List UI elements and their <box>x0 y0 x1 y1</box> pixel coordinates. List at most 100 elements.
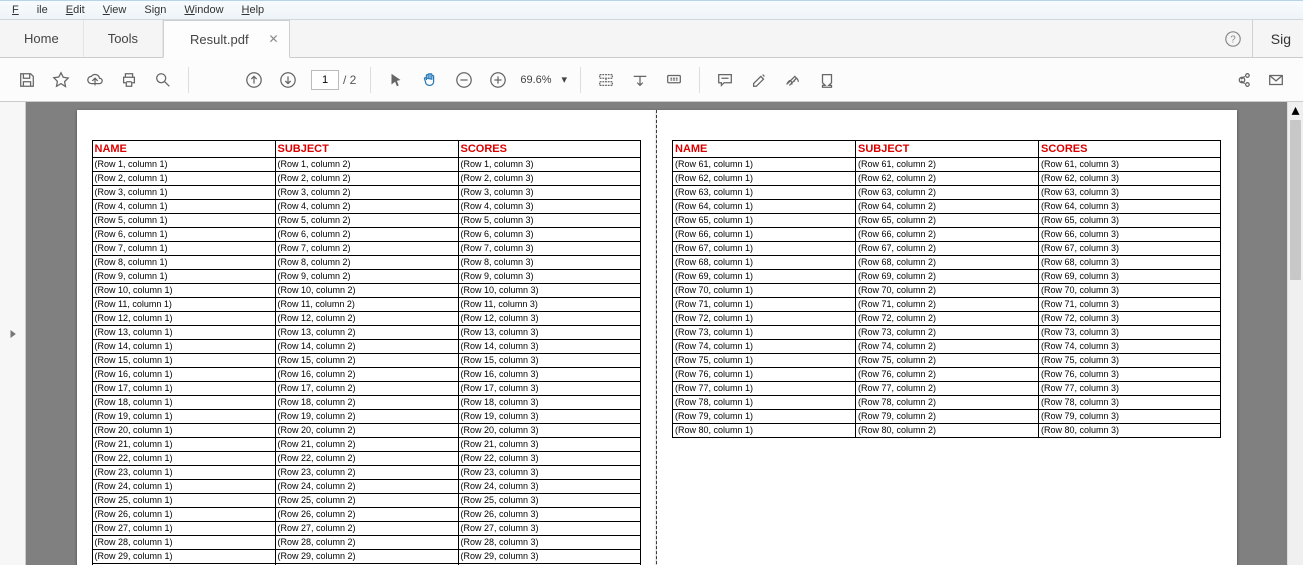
pdf-page-1: NAME SUBJECT SCORES (Row 1, column 1)(Ro… <box>77 110 657 565</box>
vertical-scrollbar[interactable]: ▴ <box>1287 102 1303 565</box>
table-cell: (Row 72, column 1) <box>673 312 856 326</box>
search-icon[interactable] <box>146 65 180 95</box>
table-cell: (Row 16, column 1) <box>92 368 275 382</box>
table-cell: (Row 23, column 2) <box>275 466 458 480</box>
table-cell: (Row 80, column 3) <box>1039 424 1221 438</box>
stamp-icon[interactable] <box>810 65 844 95</box>
table-cell: (Row 5, column 3) <box>458 214 640 228</box>
table-cell: (Row 26, column 1) <box>92 508 275 522</box>
zoom-value: 69.6% <box>520 74 551 86</box>
table-cell: (Row 27, column 3) <box>458 522 640 536</box>
tab-tools[interactable]: Tools <box>84 20 163 57</box>
table-cell: (Row 29, column 2) <box>275 550 458 564</box>
table-cell: (Row 62, column 1) <box>673 172 856 186</box>
tab-home[interactable]: Home <box>0 20 84 57</box>
table-row: (Row 8, column 1)(Row 8, column 2)(Row 8… <box>92 256 640 270</box>
table-cell: (Row 68, column 1) <box>673 256 856 270</box>
table-cell: (Row 12, column 1) <box>92 312 275 326</box>
table-cell: (Row 5, column 2) <box>275 214 458 228</box>
menu-view[interactable]: View <box>103 4 127 16</box>
page-up-icon[interactable] <box>237 65 271 95</box>
table-cell: (Row 76, column 3) <box>1039 368 1221 382</box>
table-row: (Row 23, column 1)(Row 23, column 2)(Row… <box>92 466 640 480</box>
table-header-scores: SCORES <box>458 141 640 158</box>
menu-sign[interactable]: Sign <box>144 4 166 16</box>
scroll-thumb[interactable] <box>1290 120 1301 280</box>
menu-file[interactable]: File <box>12 4 48 16</box>
table-cell: (Row 21, column 1) <box>92 438 275 452</box>
side-panel-toggle[interactable] <box>0 102 26 565</box>
table-cell: (Row 10, column 3) <box>458 284 640 298</box>
table-row: (Row 13, column 1)(Row 13, column 2)(Row… <box>92 326 640 340</box>
cloud-icon[interactable] <box>78 65 112 95</box>
close-tab-button[interactable]: ✕ <box>269 32 279 46</box>
table-cell: (Row 63, column 3) <box>1039 186 1221 200</box>
table-row: (Row 77, column 1)(Row 77, column 2)(Row… <box>673 382 1221 396</box>
table-cell: (Row 61, column 1) <box>673 158 856 172</box>
menu-edit[interactable]: Edit <box>66 4 85 16</box>
help-icon[interactable]: ? <box>1214 20 1252 57</box>
print-icon[interactable] <box>112 65 146 95</box>
select-tool-icon[interactable] <box>379 65 413 95</box>
page-indicator: / 2 <box>311 70 356 90</box>
table-cell: (Row 71, column 2) <box>856 298 1039 312</box>
page-viewport[interactable]: NAME SUBJECT SCORES (Row 1, column 1)(Ro… <box>26 102 1287 565</box>
tab-document[interactable]: Result.pdf ✕ <box>163 20 290 58</box>
table-cell: (Row 19, column 3) <box>458 410 640 424</box>
table-cell: (Row 74, column 1) <box>673 340 856 354</box>
table-row: (Row 25, column 1)(Row 25, column 2)(Row… <box>92 494 640 508</box>
table-cell: (Row 8, column 2) <box>275 256 458 270</box>
table-cell: (Row 12, column 3) <box>458 312 640 326</box>
table-row: (Row 5, column 1)(Row 5, column 2)(Row 5… <box>92 214 640 228</box>
signature-icon[interactable] <box>776 65 810 95</box>
hand-tool-icon[interactable] <box>413 65 447 95</box>
table-cell: (Row 80, column 2) <box>856 424 1039 438</box>
table-row: (Row 24, column 1)(Row 24, column 2)(Row… <box>92 480 640 494</box>
zoom-in-icon[interactable] <box>481 65 515 95</box>
table-cell: (Row 19, column 1) <box>92 410 275 424</box>
menu-help[interactable]: Help <box>242 4 265 16</box>
table-cell: (Row 15, column 3) <box>458 354 640 368</box>
highlight-icon[interactable] <box>742 65 776 95</box>
table-row: (Row 1, column 1)(Row 1, column 2)(Row 1… <box>92 158 640 172</box>
fit-width-icon[interactable] <box>589 65 623 95</box>
table-cell: (Row 21, column 2) <box>275 438 458 452</box>
table-cell: (Row 67, column 2) <box>856 242 1039 256</box>
page-down-icon[interactable] <box>271 65 305 95</box>
tab-bar: Home Tools Result.pdf ✕ ? Sig <box>0 20 1303 58</box>
table-row: (Row 10, column 1)(Row 10, column 2)(Row… <box>92 284 640 298</box>
table-cell: (Row 17, column 3) <box>458 382 640 396</box>
comment-icon[interactable] <box>708 65 742 95</box>
table-row: (Row 6, column 1)(Row 6, column 2)(Row 6… <box>92 228 640 242</box>
table-cell: (Row 22, column 1) <box>92 452 275 466</box>
table-cell: (Row 26, column 3) <box>458 508 640 522</box>
menu-bar: File Edit View Sign Window Help <box>0 0 1303 20</box>
star-icon[interactable] <box>44 65 78 95</box>
table-cell: (Row 67, column 3) <box>1039 242 1221 256</box>
read-mode-icon[interactable] <box>657 65 691 95</box>
share-icon[interactable] <box>1225 65 1259 95</box>
table-cell: (Row 26, column 2) <box>275 508 458 522</box>
signin-button[interactable]: Sig <box>1252 20 1303 57</box>
table-cell: (Row 78, column 3) <box>1039 396 1221 410</box>
table-cell: (Row 63, column 2) <box>856 186 1039 200</box>
table-cell: (Row 29, column 1) <box>92 550 275 564</box>
table-header-subject: SUBJECT <box>275 141 458 158</box>
table-cell: (Row 29, column 3) <box>458 550 640 564</box>
fit-page-icon[interactable] <box>623 65 657 95</box>
mail-icon[interactable] <box>1259 65 1293 95</box>
scroll-up-icon[interactable]: ▴ <box>1288 102 1303 118</box>
table-cell: (Row 65, column 1) <box>673 214 856 228</box>
save-icon[interactable] <box>10 65 44 95</box>
chevron-down-icon: ▾ <box>562 73 568 86</box>
table-cell: (Row 23, column 1) <box>92 466 275 480</box>
table-cell: (Row 67, column 1) <box>673 242 856 256</box>
table-row: (Row 15, column 1)(Row 15, column 2)(Row… <box>92 354 640 368</box>
zoom-out-icon[interactable] <box>447 65 481 95</box>
table-cell: (Row 77, column 1) <box>673 382 856 396</box>
page-current-input[interactable] <box>311 70 339 90</box>
menu-window[interactable]: Window <box>184 4 223 16</box>
table-cell: (Row 68, column 3) <box>1039 256 1221 270</box>
zoom-select[interactable]: 69.6% ▾ <box>515 70 572 89</box>
table-cell: (Row 6, column 1) <box>92 228 275 242</box>
